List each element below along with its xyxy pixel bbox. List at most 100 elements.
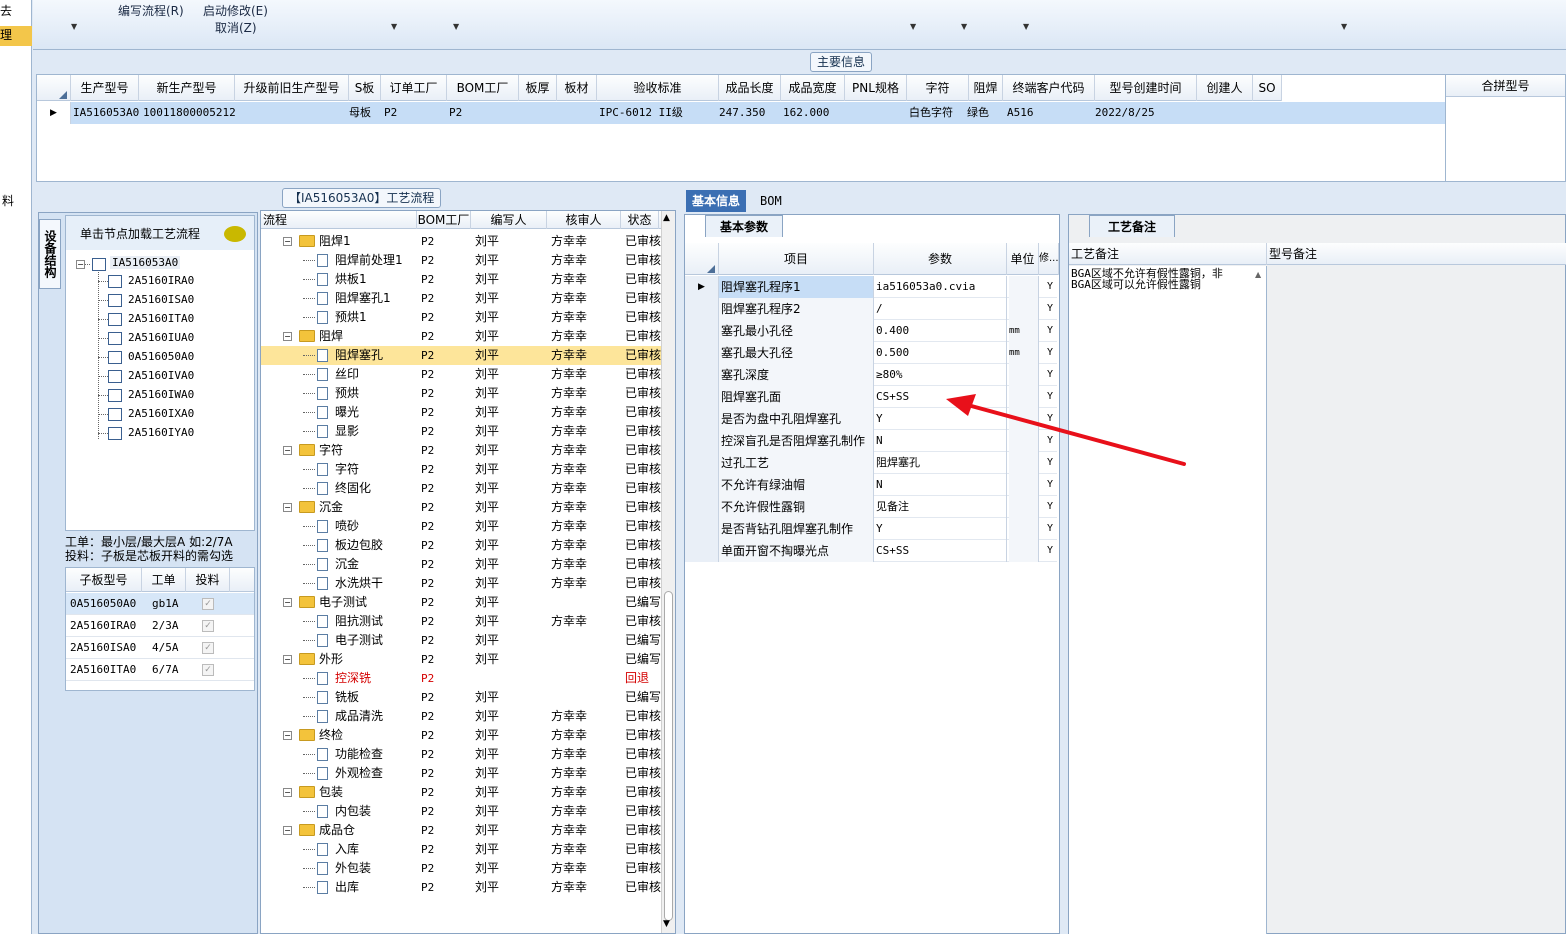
cell[interactable]: 已审核 — [625, 555, 661, 574]
table-row[interactable]: 控深铣 P2 回退 — [261, 669, 661, 688]
cell[interactable]: 2022/8/25 — [1095, 102, 1155, 124]
cell[interactable]: P2 — [421, 783, 434, 802]
cell[interactable]: 4/5A — [152, 637, 179, 659]
table-row[interactable]: 显影 P2 刘平 方幸幸 已审核 — [261, 422, 661, 441]
flow-name[interactable]: 沉金 — [319, 498, 343, 517]
table-row[interactable]: ▶ IA516053A0 10011800005212 母板 P2 P2 IPC… — [37, 102, 1445, 124]
cell[interactable]: 已审核 — [625, 251, 661, 270]
col-header[interactable]: 创建人 — [1197, 75, 1253, 101]
table-row[interactable]: 阻焊塞孔 P2 刘平 方幸幸 已审核 — [261, 346, 661, 365]
cell[interactable]: 2A5160ITA0 — [70, 659, 136, 681]
table-row[interactable]: − 字符 P2 刘平 方幸幸 已审核 — [261, 441, 661, 460]
cell[interactable]: P2 — [421, 460, 434, 479]
col-header[interactable]: S板 — [349, 75, 381, 101]
cell[interactable]: 已审核 — [625, 498, 661, 517]
cell[interactable]: 刘平 — [475, 517, 499, 536]
param-unit[interactable] — [1009, 540, 1039, 562]
table-row[interactable]: 铣板 P2 刘平 已编写 — [261, 688, 661, 707]
col-header[interactable]: 板材 — [557, 75, 597, 101]
cell[interactable]: P2 — [421, 612, 434, 631]
cell[interactable]: 刘平 — [475, 460, 499, 479]
col-header[interactable]: BOM工厂 — [447, 75, 519, 101]
col-header[interactable]: 新生产型号 — [139, 75, 235, 101]
table-row[interactable]: − 阻焊1 P2 刘平 方幸幸 已审核 — [261, 232, 661, 251]
cell[interactable]: P2 — [421, 555, 434, 574]
flow-name[interactable]: 外包装 — [335, 859, 371, 878]
cell[interactable]: 刘平 — [475, 593, 499, 612]
col-header[interactable]: PNL规格 — [845, 75, 907, 101]
cell[interactable]: 已审核 — [625, 878, 661, 897]
flow-name[interactable]: 阻焊塞孔 — [335, 346, 383, 365]
cell[interactable]: 已审核 — [625, 308, 661, 327]
chevron-down-icon[interactable]: ▼ — [453, 22, 459, 31]
table-row[interactable]: 功能检查 P2 刘平 方幸幸 已审核 — [261, 745, 661, 764]
left-nav-item-active[interactable]: 理 — [0, 26, 32, 46]
table-row[interactable]: 外包装 P2 刘平 方幸幸 已审核 — [261, 859, 661, 878]
table-row[interactable]: 烘板1 P2 刘平 方幸幸 已审核 — [261, 270, 661, 289]
flow-name[interactable]: 包装 — [319, 783, 343, 802]
table-row[interactable]: 丝印 P2 刘平 方幸幸 已审核 — [261, 365, 661, 384]
flow-name[interactable]: 字符 — [335, 460, 359, 479]
col-header[interactable]: 编写人 — [471, 211, 547, 229]
col-header[interactable]: 子板型号 — [66, 568, 142, 592]
cell[interactable]: P2 — [421, 384, 434, 403]
flow-name[interactable]: 水洗烘干 — [335, 574, 383, 593]
tree-node[interactable]: 2A5160IXA0 — [128, 407, 194, 420]
cell[interactable]: P2 — [421, 878, 434, 897]
cell[interactable]: P2 — [421, 707, 434, 726]
cell[interactable]: 已审核 — [625, 327, 661, 346]
col-header[interactable]: 流程 — [261, 211, 417, 229]
cell[interactable]: 刘平 — [475, 441, 499, 460]
cell[interactable]: 方幸幸 — [551, 878, 587, 897]
param-unit[interactable] — [1009, 496, 1039, 518]
checkbox[interactable]: ✓ — [202, 664, 214, 676]
col-header[interactable]: 字符 — [907, 75, 969, 101]
table-row[interactable]: 板边包胶 P2 刘平 方幸幸 已审核 — [261, 536, 661, 555]
chevron-down-icon[interactable]: ▼ — [1023, 22, 1029, 31]
param-unit[interactable] — [1009, 518, 1039, 540]
cell[interactable]: P2 — [421, 517, 434, 536]
flow-name[interactable]: 外观检查 — [335, 764, 383, 783]
param-flag[interactable]: Y — [1041, 496, 1059, 518]
flow-name[interactable]: 外形 — [319, 650, 343, 669]
flow-name[interactable]: 预烘1 — [335, 308, 367, 327]
cell[interactable]: 刘平 — [475, 707, 499, 726]
cell[interactable]: 已审核 — [625, 783, 661, 802]
cell[interactable]: 刘平 — [475, 802, 499, 821]
cell[interactable]: 刘平 — [475, 536, 499, 555]
cell[interactable]: 刘平 — [475, 650, 499, 669]
tree-root[interactable]: IA516053A0 — [110, 256, 181, 269]
cell[interactable]: 已审核 — [625, 707, 661, 726]
cell[interactable]: 方幸幸 — [551, 479, 587, 498]
param-flag[interactable]: Y — [1041, 540, 1059, 562]
cell[interactable]: 已审核 — [625, 441, 661, 460]
cell[interactable]: P2 — [421, 251, 434, 270]
cell[interactable]: 刘平 — [475, 612, 499, 631]
flow-name[interactable]: 终固化 — [335, 479, 371, 498]
table-row[interactable]: 沉金 P2 刘平 方幸幸 已审核 — [261, 555, 661, 574]
cell[interactable]: 已审核 — [625, 365, 661, 384]
cell[interactable]: 刘平 — [475, 859, 499, 878]
cell[interactable]: 已审核 — [625, 840, 661, 859]
cell[interactable]: A516 — [1007, 102, 1034, 124]
table-row[interactable]: 水洗烘干 P2 刘平 方幸幸 已审核 — [261, 574, 661, 593]
cell[interactable]: 已审核 — [625, 403, 661, 422]
cell[interactable]: 刘平 — [475, 384, 499, 403]
cell[interactable]: P2 — [421, 764, 434, 783]
table-row[interactable]: 不允许假性露铜 见备注 Y — [685, 496, 1057, 518]
flow-name[interactable]: 显影 — [335, 422, 359, 441]
comment-icon[interactable] — [224, 226, 246, 242]
col-header[interactable]: 终端客户代码 — [1003, 75, 1095, 101]
cell[interactable]: 方幸幸 — [551, 574, 587, 593]
cell[interactable]: 白色字符 — [909, 102, 953, 124]
tree-node[interactable]: 2A5160IRA0 — [128, 274, 194, 287]
cell[interactable]: 已编写 — [625, 593, 661, 612]
cell[interactable]: 247.350 — [719, 102, 765, 124]
cell[interactable]: 已审核 — [625, 270, 661, 289]
flow-name[interactable]: 入库 — [335, 840, 359, 859]
param-value[interactable]: Y — [876, 518, 1007, 540]
flow-name[interactable]: 铣板 — [335, 688, 359, 707]
cell[interactable]: 2/3A — [152, 615, 179, 637]
flow-name[interactable]: 板边包胶 — [335, 536, 383, 555]
cell[interactable]: 方幸幸 — [551, 498, 587, 517]
